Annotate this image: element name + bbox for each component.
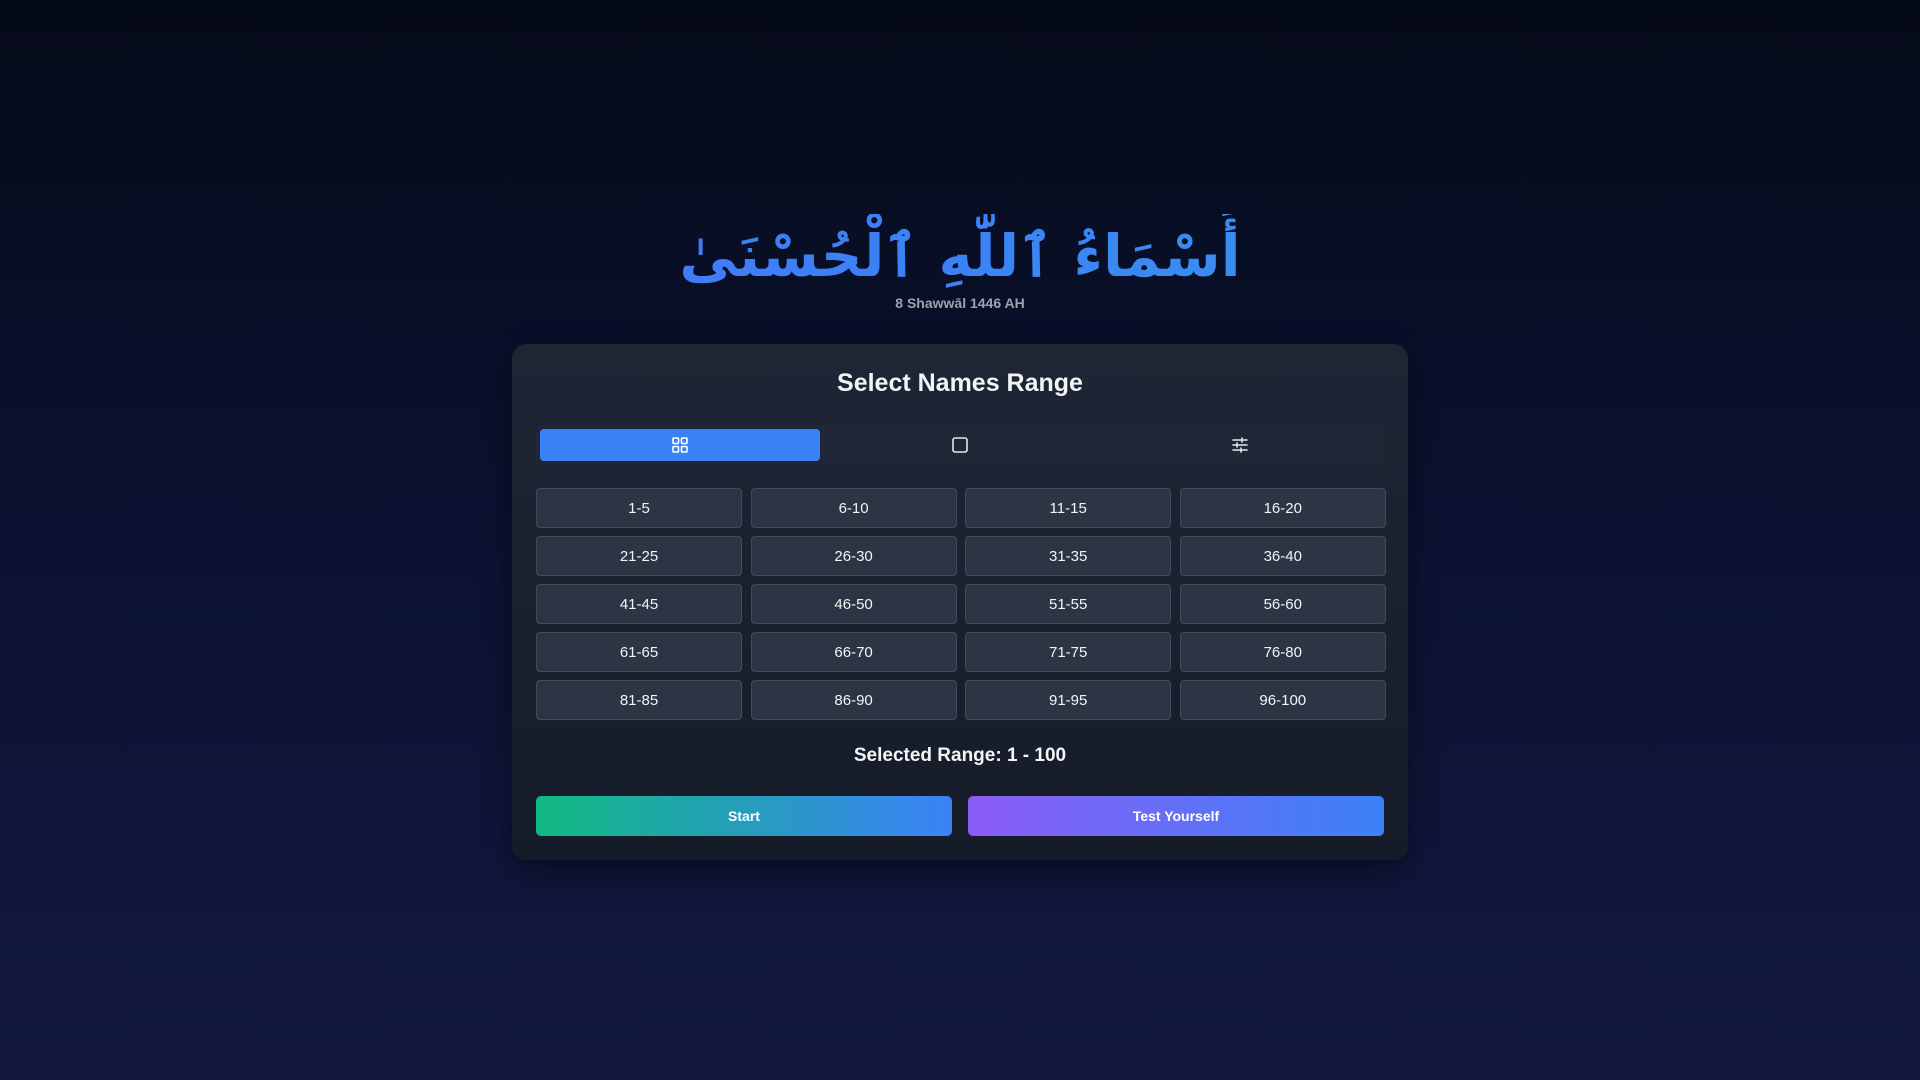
action-buttons: Start Test Yourself [536, 796, 1384, 836]
range-button[interactable]: 16-20 [1179, 488, 1386, 528]
test-yourself-button[interactable]: Test Yourself [968, 796, 1384, 836]
range-button[interactable]: 51-55 [965, 584, 1172, 624]
hijri-date: 8 Shawwāl 1446 AH [895, 295, 1025, 311]
range-button[interactable]: 81-85 [536, 680, 742, 720]
page-title: أَسْمَاءُ ٱللَّٰهِ ٱلْحُسْنَىٰ [0, 214, 1920, 298]
card-title: Select Names Range [837, 369, 1083, 397]
range-button[interactable]: 31-35 [965, 536, 1172, 576]
range-selection-card: Select Names Range 1-5 6-10 11-15 16-20 … [512, 344, 1408, 860]
range-button[interactable]: 66-70 [750, 632, 957, 672]
mode-single-button[interactable] [820, 429, 1100, 461]
grid-icon [672, 437, 688, 453]
range-button[interactable]: 26-30 [750, 536, 957, 576]
range-button[interactable]: 46-50 [750, 584, 957, 624]
mode-grid-button[interactable] [540, 429, 820, 461]
square-icon [952, 437, 968, 453]
range-button[interactable]: 41-45 [536, 584, 742, 624]
range-button[interactable]: 11-15 [965, 488, 1172, 528]
range-button[interactable]: 76-80 [1179, 632, 1386, 672]
range-button[interactable]: 21-25 [536, 536, 742, 576]
range-button[interactable]: 96-100 [1179, 680, 1386, 720]
sliders-icon [1232, 437, 1248, 453]
mode-custom-button[interactable] [1100, 429, 1380, 461]
start-button[interactable]: Start [536, 796, 952, 836]
range-button[interactable]: 71-75 [965, 632, 1172, 672]
range-button[interactable]: 86-90 [750, 680, 957, 720]
range-button[interactable]: 61-65 [536, 632, 742, 672]
range-grid: 1-5 6-10 11-15 16-20 21-25 26-30 31-35 3… [536, 488, 1386, 720]
page-header: أَسْمَاءُ ٱللَّٰهِ ٱلْحُسْنَىٰ 8 Shawwāl… [0, 214, 1920, 312]
range-button[interactable]: 56-60 [1179, 584, 1386, 624]
range-button[interactable]: 1-5 [536, 488, 742, 528]
selected-range-text: Selected Range: 1 - 100 [853, 745, 1067, 766]
range-button[interactable]: 36-40 [1179, 536, 1386, 576]
mode-switch [536, 425, 1384, 465]
range-button[interactable]: 6-10 [750, 488, 957, 528]
range-button[interactable]: 91-95 [965, 680, 1172, 720]
